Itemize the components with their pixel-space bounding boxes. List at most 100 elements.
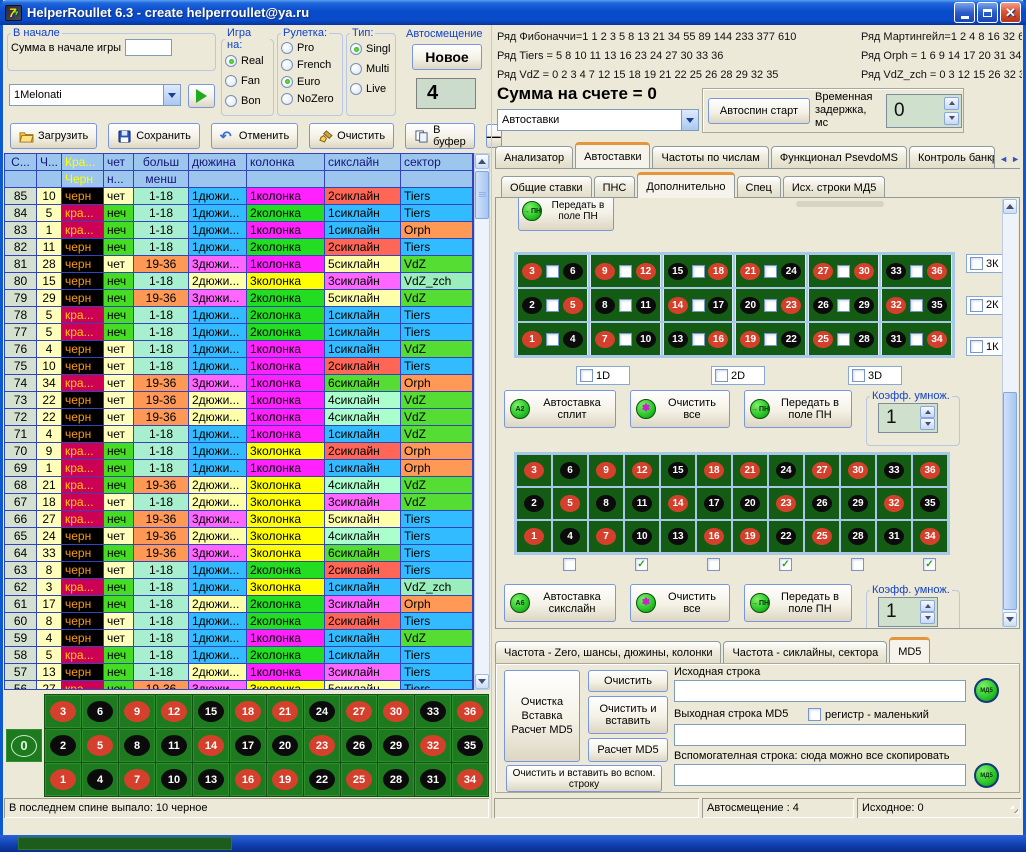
radio-Singl[interactable]: Singl — [350, 39, 392, 59]
transfer-button[interactable]: →ПН Передать в поле ПН — [744, 390, 852, 428]
split-checkbox[interactable] — [692, 333, 705, 346]
number-10[interactable]: 10 — [161, 769, 187, 790]
output-string-input[interactable] — [674, 724, 966, 746]
board-cell-24[interactable]: 24 — [304, 695, 340, 728]
board-cell-5[interactable]: 5 — [82, 729, 118, 762]
board-cell-29[interactable]: 29 — [378, 729, 414, 762]
board-cell-10[interactable]: 10 — [156, 763, 192, 796]
split-checkbox[interactable] — [619, 299, 632, 312]
number-5[interactable]: 5 — [87, 735, 113, 756]
sixline-checkbox-3[interactable] — [707, 558, 720, 571]
check-2D[interactable]: 2D — [711, 366, 765, 385]
split-checkbox[interactable] — [546, 333, 559, 346]
tab-Контроль банкрол[interactable]: Контроль банкрол — [909, 146, 995, 168]
number-18[interactable]: 18 — [708, 263, 728, 280]
number-28[interactable]: 28 — [854, 331, 874, 348]
bets-combo[interactable]: Автоставки — [497, 109, 699, 131]
radio-Fan[interactable]: Fan — [225, 71, 270, 91]
number-25[interactable]: 25 — [813, 331, 833, 348]
split-cell-33-36[interactable]: 3336 — [881, 255, 952, 287]
board-cell-4[interactable]: 4 — [82, 763, 118, 796]
split-cell-20-23[interactable]: 2023 — [735, 289, 806, 321]
checkbox[interactable] — [970, 340, 983, 353]
coeff-spinner-sixline[interactable]: 1 — [878, 597, 938, 627]
number-11[interactable]: 11 — [161, 735, 187, 756]
sixline-cell-4[interactable]: 4 — [553, 521, 587, 552]
number-1[interactable]: 1 — [524, 528, 544, 545]
panel-scrollbar[interactable] — [1002, 199, 1018, 627]
history-scrollbar[interactable] — [474, 153, 490, 690]
number-22[interactable]: 22 — [309, 769, 335, 790]
scroll-down-icon[interactable] — [1003, 612, 1017, 627]
number-35[interactable]: 35 — [457, 735, 483, 756]
board-cell-26[interactable]: 26 — [341, 729, 377, 762]
number-27[interactable]: 27 — [346, 701, 372, 722]
checkbox[interactable] — [970, 257, 983, 270]
sixline-cell-19[interactable]: 19 — [733, 521, 767, 552]
autospin-start-button[interactable]: Автоспин старт — [708, 98, 810, 124]
number-26[interactable]: 26 — [346, 735, 372, 756]
tab-Автоставки[interactable]: Автоставки — [575, 142, 650, 168]
number-1[interactable]: 1 — [50, 769, 76, 790]
number-25[interactable]: 25 — [812, 528, 832, 545]
sixline-cell-25[interactable]: 25 — [805, 521, 839, 552]
split-cell-14-17[interactable]: 1417 — [663, 289, 734, 321]
md5-calc-icon[interactable]: МД5 — [974, 763, 999, 788]
scroll-down-icon[interactable] — [475, 674, 489, 689]
sixline-checkbox-1[interactable] — [563, 558, 576, 571]
sixline-cell-10[interactable]: 10 — [625, 521, 659, 552]
sixline-cell-9[interactable]: 9 — [589, 455, 623, 486]
md5-clear-button[interactable]: Очистить — [588, 670, 668, 692]
board-cell-21[interactable]: 21 — [267, 695, 303, 728]
board-cell-19[interactable]: 19 — [267, 763, 303, 796]
board-cell-6[interactable]: 6 — [82, 695, 118, 728]
board-cell-17[interactable]: 17 — [230, 729, 266, 762]
number-11[interactable]: 11 — [632, 495, 652, 512]
checkbox[interactable] — [715, 369, 728, 382]
number-16[interactable]: 16 — [708, 331, 728, 348]
sixline-cell-29[interactable]: 29 — [841, 488, 875, 519]
split-cell-3-6[interactable]: 36 — [517, 255, 588, 287]
split-checkbox[interactable] — [764, 333, 777, 346]
board-cell-33[interactable]: 33 — [415, 695, 451, 728]
number-29[interactable]: 29 — [848, 495, 868, 512]
number-15[interactable]: 15 — [668, 462, 688, 479]
checkbox[interactable] — [852, 369, 865, 382]
sixline-cell-21[interactable]: 21 — [733, 455, 767, 486]
radio-NoZero[interactable]: NoZero — [281, 90, 339, 107]
split-cell-8-11[interactable]: 811 — [590, 289, 661, 321]
split-cell-13-16[interactable]: 1316 — [663, 323, 734, 355]
chevron-down-icon[interactable] — [681, 110, 698, 130]
number-12[interactable]: 12 — [632, 462, 652, 479]
scrollbar-thumb[interactable] — [1003, 392, 1017, 610]
clear-button[interactable]: Очистить — [309, 123, 394, 149]
number-30[interactable]: 30 — [854, 263, 874, 280]
sixline-cell-13[interactable]: 13 — [661, 521, 695, 552]
check-1D[interactable]: 1D — [576, 366, 630, 385]
number-4[interactable]: 4 — [560, 528, 580, 545]
number-35[interactable]: 35 — [920, 495, 940, 512]
number-13[interactable]: 13 — [668, 528, 688, 545]
number-26[interactable]: 26 — [813, 297, 833, 314]
transfer-button[interactable]: →ПН Передать в поле ПН — [744, 584, 852, 622]
sixline-cell-2[interactable]: 2 — [517, 488, 551, 519]
delay-spinner[interactable]: 0 — [886, 94, 962, 128]
number-27[interactable]: 27 — [812, 462, 832, 479]
split-checkbox[interactable] — [764, 265, 777, 278]
number-16[interactable]: 16 — [704, 528, 724, 545]
scroll-up-icon[interactable] — [1003, 199, 1017, 214]
board-cell-16[interactable]: 16 — [230, 763, 266, 796]
number-26[interactable]: 26 — [812, 495, 832, 512]
sixline-cell-16[interactable]: 16 — [697, 521, 731, 552]
tab-ПНС[interactable]: ПНС — [594, 176, 636, 198]
sixline-cell-12[interactable]: 12 — [625, 455, 659, 486]
split-checkbox[interactable] — [837, 333, 850, 346]
number-24[interactable]: 24 — [309, 701, 335, 722]
number-20[interactable]: 20 — [740, 495, 760, 512]
source-string-input[interactable] — [674, 680, 966, 702]
number-6[interactable]: 6 — [563, 263, 583, 280]
number-17[interactable]: 17 — [708, 297, 728, 314]
board-cell-22[interactable]: 22 — [304, 763, 340, 796]
undo-button[interactable]: ↶ Отменить — [211, 123, 298, 149]
number-16[interactable]: 16 — [235, 769, 261, 790]
